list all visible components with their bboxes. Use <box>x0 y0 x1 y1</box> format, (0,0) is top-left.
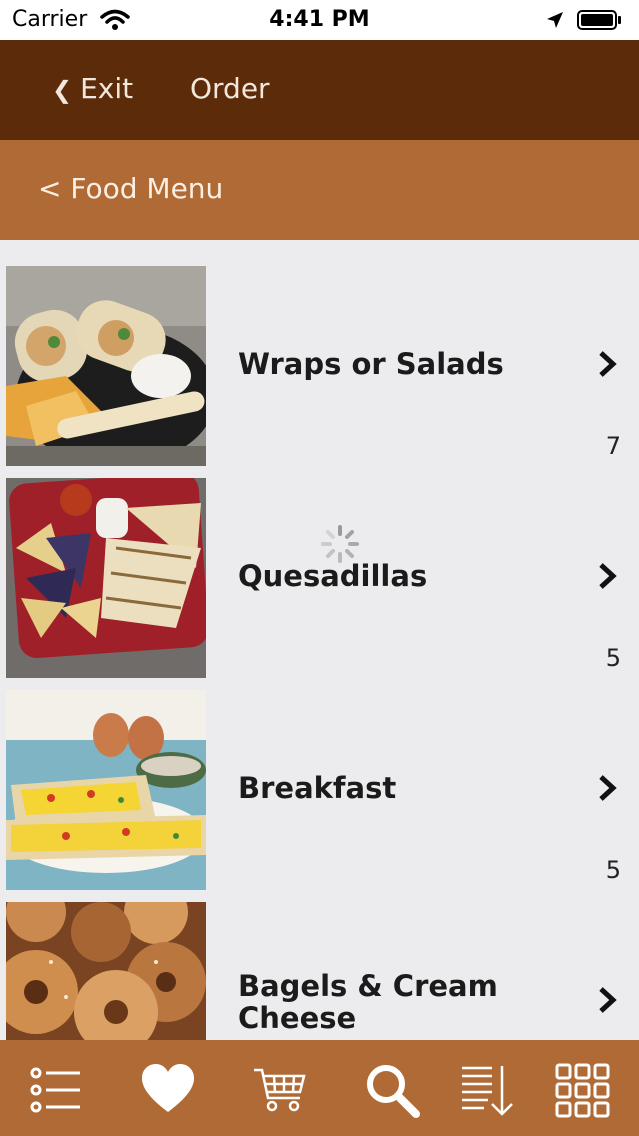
clock: 4:41 PM <box>269 7 370 32</box>
menu-item-title: Breakfast <box>238 771 397 805</box>
heart-icon[interactable] <box>140 1062 196 1118</box>
order-button[interactable]: Order <box>190 72 270 105</box>
bagels-photo <box>6 902 206 1040</box>
loading-spinner-icon <box>321 525 359 563</box>
chevron-right-icon <box>599 563 617 589</box>
chevron-right-icon <box>599 351 617 377</box>
menu-item-bagels[interactable]: Bagels & Cream Cheese <box>0 876 639 1040</box>
status-bar: Carrier 4:41 PM <box>0 0 639 40</box>
wraps-photo <box>6 266 206 466</box>
list-icon[interactable] <box>28 1062 84 1118</box>
menu-list: Wraps or Salads 7 Quesadillas 5 Breakfas… <box>0 240 639 1040</box>
bottom-tab-bar <box>0 1040 639 1136</box>
chevron-right-icon <box>599 775 617 801</box>
menu-item-wraps[interactable]: Wraps or Salads 7 <box>0 240 639 466</box>
battery-icon <box>577 10 623 30</box>
quesadillas-photo <box>6 478 206 678</box>
menu-item-title: Wraps or Salads <box>238 347 504 381</box>
grid-icon[interactable] <box>554 1062 610 1118</box>
sub-header: < Food Menu <box>0 140 639 240</box>
exit-button[interactable]: ❮ Exit <box>52 72 133 105</box>
exit-label: Exit <box>80 72 134 105</box>
menu-item-title: Quesadillas <box>238 559 428 593</box>
location-arrow-icon <box>545 10 565 34</box>
search-icon[interactable] <box>364 1062 420 1118</box>
sort-icon[interactable] <box>460 1062 516 1118</box>
top-nav-bar: ❮ Exit Order <box>0 40 639 140</box>
breakfast-photo <box>6 690 206 890</box>
menu-item-breakfast[interactable]: Breakfast 5 <box>0 664 639 890</box>
menu-item-title: Bagels & Cream Cheese <box>238 969 498 1035</box>
cart-icon[interactable] <box>252 1062 308 1118</box>
food-menu-back-button[interactable]: < Food Menu <box>38 172 223 205</box>
chevron-right-icon <box>599 987 617 1013</box>
chevron-left-icon: ❮ <box>52 76 73 104</box>
